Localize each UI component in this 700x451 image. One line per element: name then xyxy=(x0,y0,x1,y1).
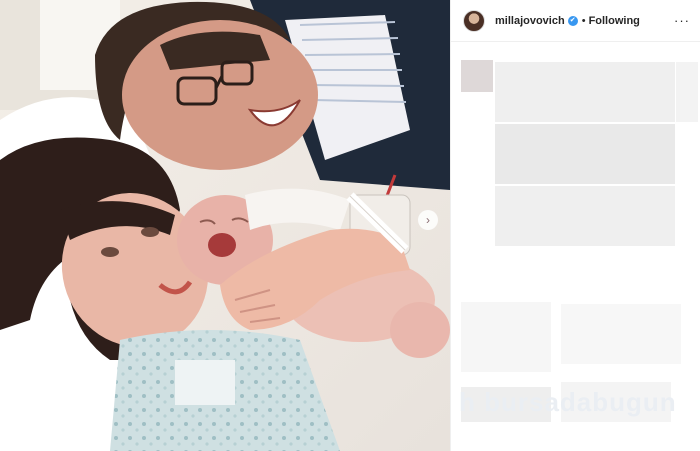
blurred-block xyxy=(495,124,675,184)
post-header: millajovovich ✔ • Following ··· xyxy=(451,0,700,42)
blurred-block xyxy=(561,304,681,364)
separator-dot: • xyxy=(581,14,586,27)
instagram-post: › millajovovich ✔ • Following ··· h burs… xyxy=(0,0,700,451)
blurred-block xyxy=(495,62,675,122)
blurred-block xyxy=(676,62,698,122)
watermark-text: h bursadabugun xyxy=(459,387,677,417)
blurred-block xyxy=(461,60,493,92)
chevron-right-icon: › xyxy=(426,213,430,227)
next-photo-button[interactable]: › xyxy=(418,210,438,230)
post-sidebar: millajovovich ✔ • Following ··· h bursad… xyxy=(450,0,700,451)
verified-badge-icon: ✔ xyxy=(567,15,578,26)
blurred-block xyxy=(461,302,551,372)
post-photo[interactable]: › xyxy=(0,0,450,451)
blurred-comments-area: h bursadabugun xyxy=(451,42,700,451)
username-link[interactable]: millajovovich xyxy=(495,15,565,27)
blurred-block xyxy=(495,186,675,246)
more-options-icon[interactable]: ··· xyxy=(674,13,690,28)
photo-illustration xyxy=(0,0,450,451)
profile-avatar[interactable] xyxy=(463,9,485,32)
following-button[interactable]: Following xyxy=(589,15,640,27)
